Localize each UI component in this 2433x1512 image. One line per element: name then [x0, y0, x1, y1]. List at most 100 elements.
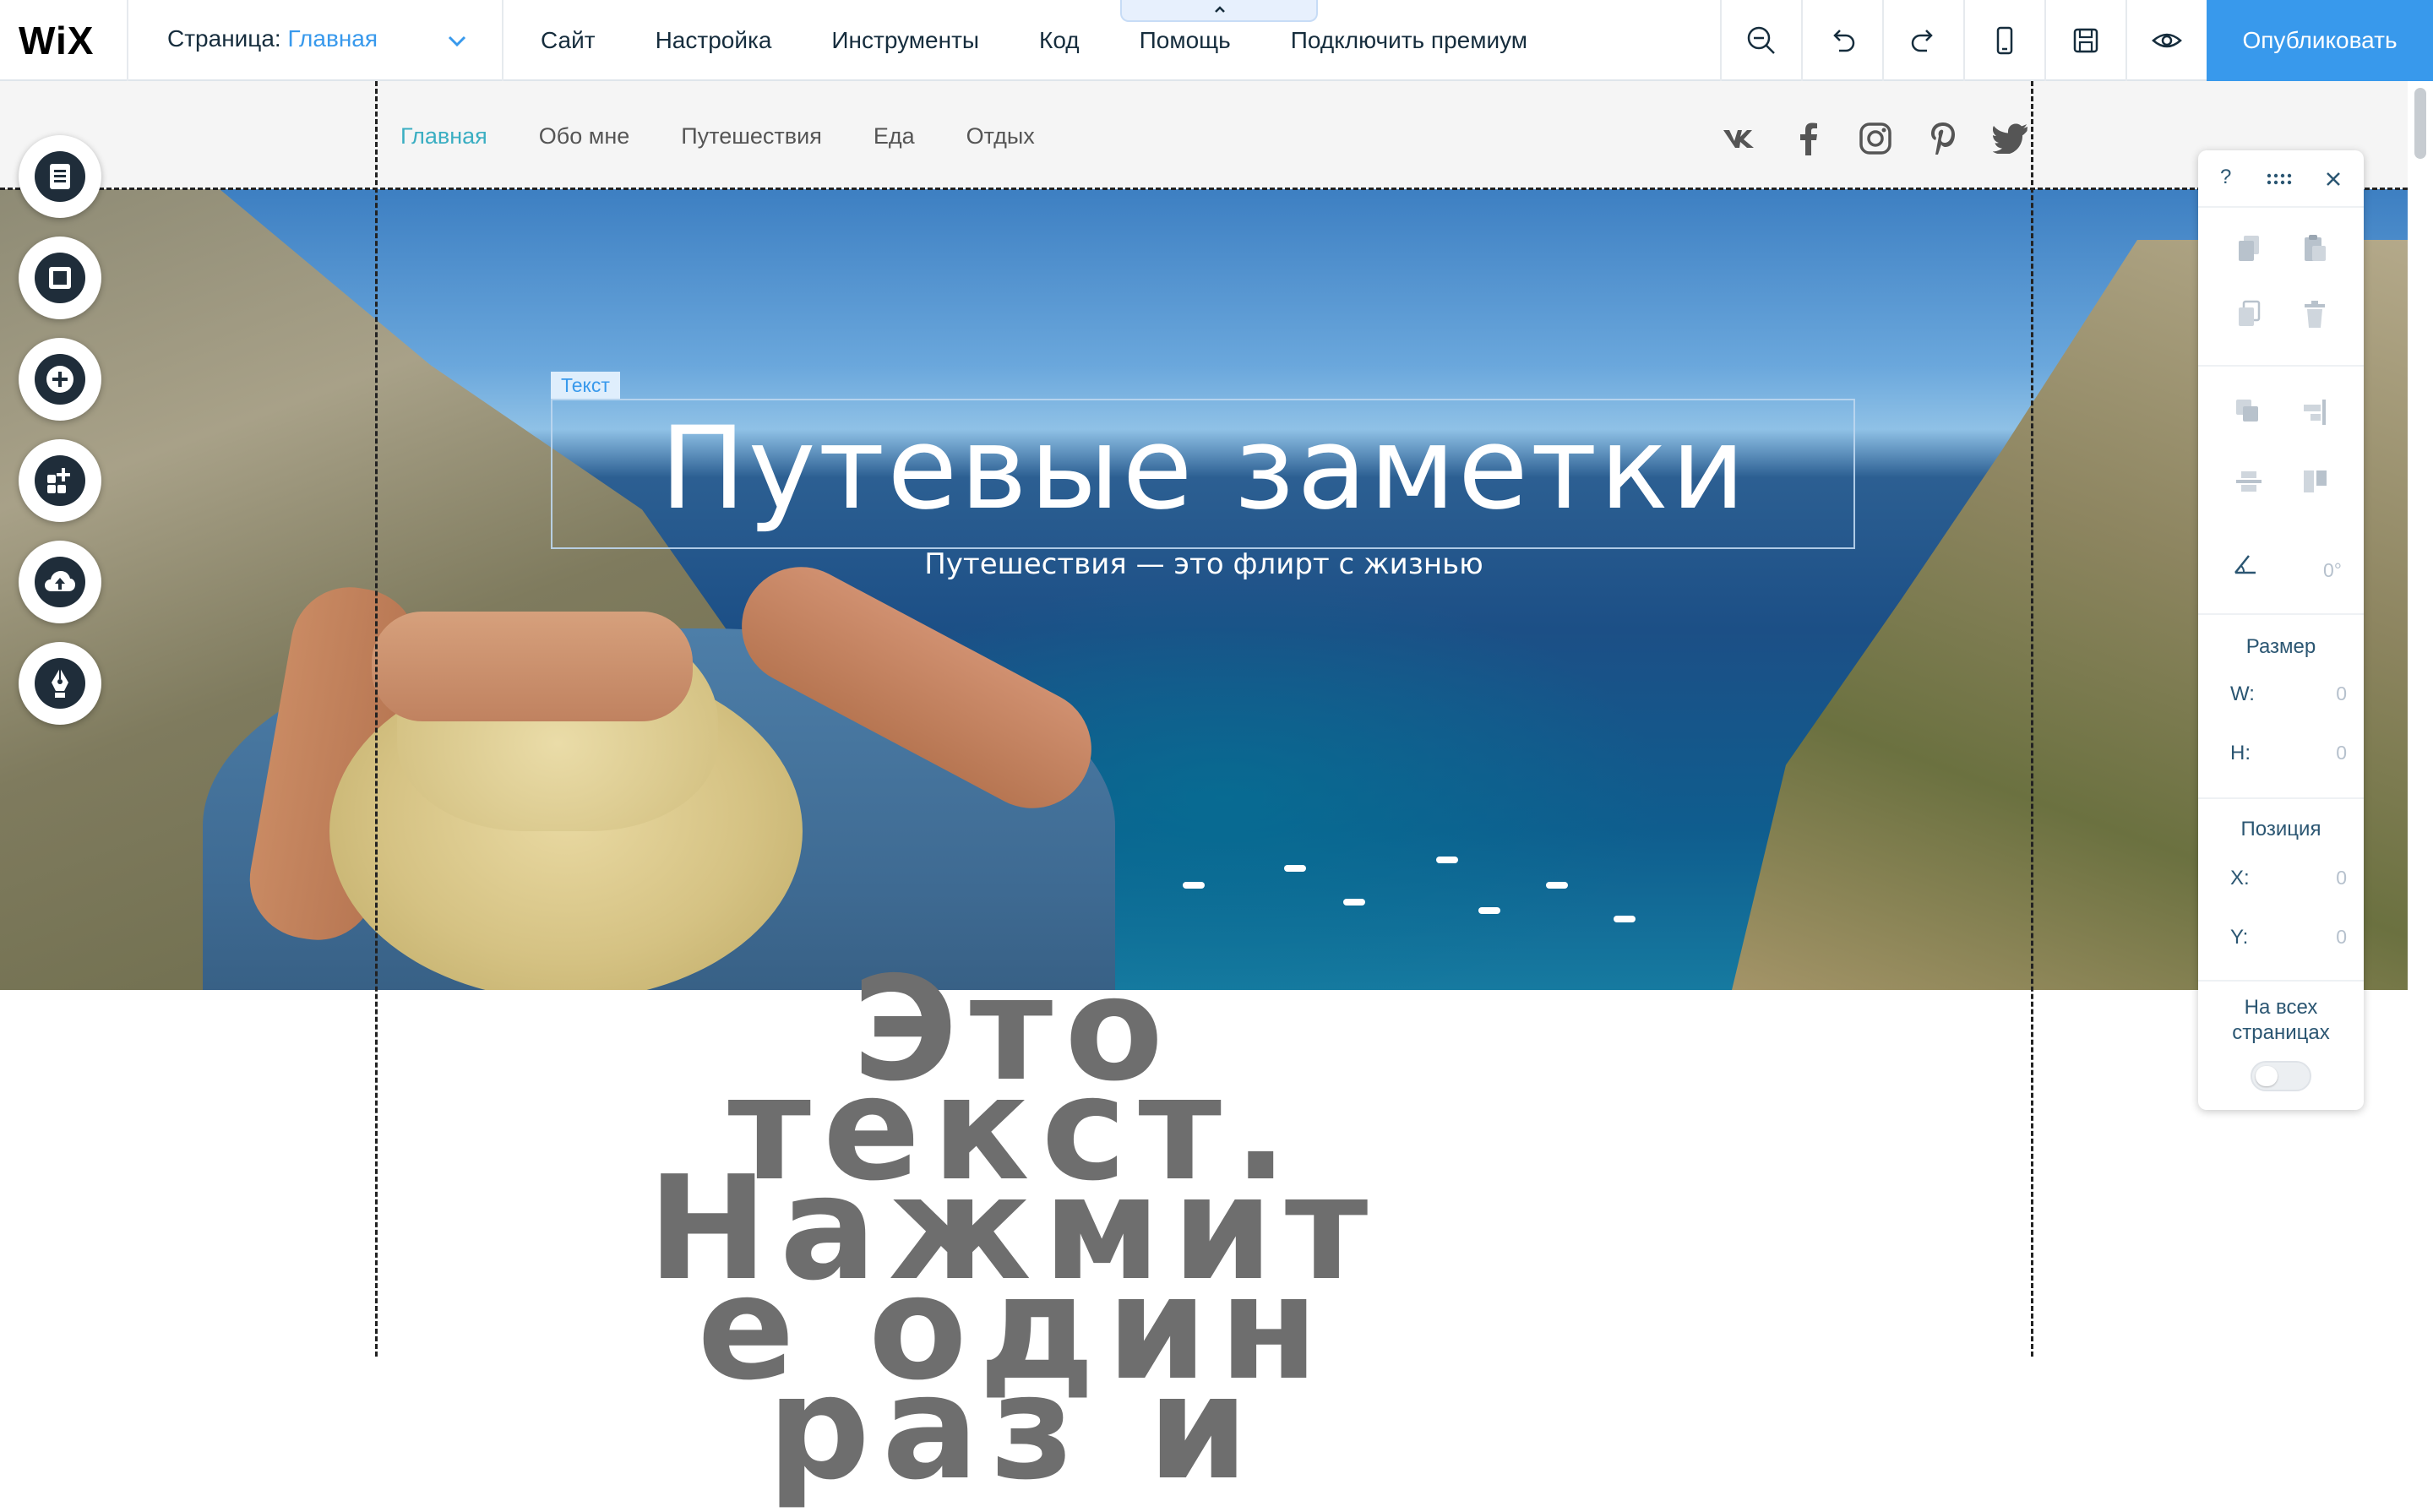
align-right-button[interactable] [2298, 395, 2332, 429]
nav-leisure[interactable]: Отдых [966, 123, 1035, 150]
vk-link[interactable] [1720, 118, 1761, 159]
text-line: е один [697, 1245, 1331, 1412]
y-input[interactable]: 0 [2313, 926, 2347, 949]
x-label: X: [2230, 867, 2250, 889]
scrollbar-thumb[interactable] [2414, 88, 2426, 159]
background-icon [49, 267, 71, 289]
help-button[interactable]: ? [2220, 166, 2231, 189]
upload-button[interactable] [19, 541, 101, 623]
rotate-button[interactable] [2229, 547, 2262, 581]
show-on-all-pages-label: На всех страницах [2198, 995, 2364, 1046]
instagram-icon [1859, 122, 1891, 155]
pinterest-icon [1931, 122, 1955, 155]
toolbar-actions [1720, 0, 2207, 81]
preview-button[interactable] [2125, 0, 2207, 81]
selected-text-box[interactable] [551, 399, 1855, 549]
zoom-out-button[interactable] [1720, 0, 1801, 81]
nav-food[interactable]: Еда [874, 123, 915, 150]
blog-button[interactable] [19, 642, 101, 725]
hero-subtitle[interactable]: Путешествия — это флирт с жизнью [0, 547, 2408, 581]
width-input[interactable]: 0 [2313, 683, 2347, 705]
vk-icon [1723, 130, 1754, 148]
app-market-icon [47, 468, 70, 493]
save-button[interactable] [2044, 0, 2125, 81]
nav-home[interactable]: Главная [400, 123, 487, 150]
position-label: Позиция [2240, 818, 2321, 840]
rotate-angle-icon [2234, 555, 2256, 574]
app-market-button[interactable] [19, 439, 101, 522]
toggle-knob [2256, 1066, 2278, 1086]
paragraph-text-block[interactable]: Это текст. Нажмит е один раз и [591, 958, 1436, 1500]
close-icon[interactable] [2325, 171, 2342, 188]
redo-icon [1911, 30, 1933, 52]
chevron-up-icon [1215, 6, 1225, 13]
background-button[interactable] [19, 237, 101, 319]
height-label: H: [2230, 742, 2251, 764]
menu-tools[interactable]: Инструменты [831, 27, 979, 54]
show-on-all-pages-toggle[interactable] [2251, 1061, 2311, 1091]
add-button[interactable] [19, 338, 101, 421]
nav-about[interactable]: Обо мне [539, 123, 629, 150]
rotation-value[interactable]: 0° [2291, 559, 2342, 582]
copy-icon [2239, 236, 2259, 261]
collapse-topbar-handle[interactable] [1120, 0, 1318, 22]
blog-pen-icon [52, 668, 68, 698]
menu-settings[interactable]: Настройка [656, 27, 772, 54]
size-label: Размер [2245, 635, 2316, 658]
upload-icon [45, 571, 75, 591]
add-icon [46, 366, 73, 393]
wix-logo: WiX [19, 19, 95, 63]
page-label: Страница: [167, 25, 281, 52]
canvas-scrollbar[interactable] [2408, 81, 2433, 1357]
redo-button[interactable] [1882, 0, 1963, 81]
publish-button[interactable]: Опубликовать [2207, 0, 2433, 81]
hero-image-boat [1284, 865, 1306, 872]
menu-code[interactable]: Код [1039, 27, 1080, 54]
copy-button[interactable] [2232, 231, 2266, 265]
gridline-left [375, 81, 378, 1357]
instagram-link[interactable] [1855, 118, 1896, 159]
all-pages-line: На всех [2244, 996, 2318, 1019]
distribute-button[interactable] [2232, 465, 2266, 498]
hero-strip[interactable] [0, 189, 2408, 990]
pages-button[interactable] [19, 135, 101, 218]
selection-type-tag: Текст [551, 372, 620, 399]
panel-divider [2198, 797, 2364, 799]
nav-travel[interactable]: Путешествия [681, 123, 822, 150]
paste-icon [2305, 235, 2326, 261]
height-input[interactable]: 0 [2313, 742, 2347, 764]
menu-help[interactable]: Помощь [1140, 27, 1231, 54]
page-selector[interactable]: Страница: Главная [127, 0, 503, 81]
panel-divider [2198, 613, 2364, 615]
layout-tools-panel: ? 0° Размер W: 0 H: 0 Позиция X: 0 Y: 0 … [2198, 150, 2364, 1110]
hero-image-boat [1183, 882, 1205, 889]
zoom-out-icon [1747, 26, 1775, 54]
y-label: Y: [2230, 926, 2249, 949]
hero-image-boat [1478, 907, 1500, 914]
panel-divider [2198, 980, 2364, 982]
chevron-down-icon [448, 35, 466, 47]
pages-icon [50, 164, 70, 189]
main-menu: Сайт Настройка Инструменты Код Помощь По… [541, 0, 1587, 81]
undo-icon [1833, 30, 1855, 52]
mobile-view-button[interactable] [1963, 0, 2044, 81]
match-size-button[interactable] [2298, 465, 2332, 498]
undo-button[interactable] [1801, 0, 1882, 81]
twitter-link[interactable] [1990, 118, 2031, 159]
menu-upgrade[interactable]: Подключить премиум [1291, 27, 1527, 54]
trash-icon [2305, 301, 2325, 328]
drag-handle-icon[interactable] [2266, 172, 2294, 186]
x-input[interactable]: 0 [2313, 867, 2347, 889]
all-pages-line: страницах [2232, 1021, 2330, 1044]
arrange-button[interactable] [2232, 395, 2266, 429]
delete-button[interactable] [2298, 297, 2332, 331]
duplicate-button[interactable] [2232, 297, 2266, 331]
duplicate-icon [2239, 300, 2261, 326]
menu-site[interactable]: Сайт [541, 27, 596, 54]
paste-button[interactable] [2298, 231, 2332, 265]
facebook-link[interactable] [1788, 118, 1828, 159]
align-right-icon [2304, 400, 2326, 425]
panel-header: ? [2198, 150, 2364, 208]
pinterest-link[interactable] [1923, 118, 1963, 159]
panel-divider [2198, 365, 2364, 367]
